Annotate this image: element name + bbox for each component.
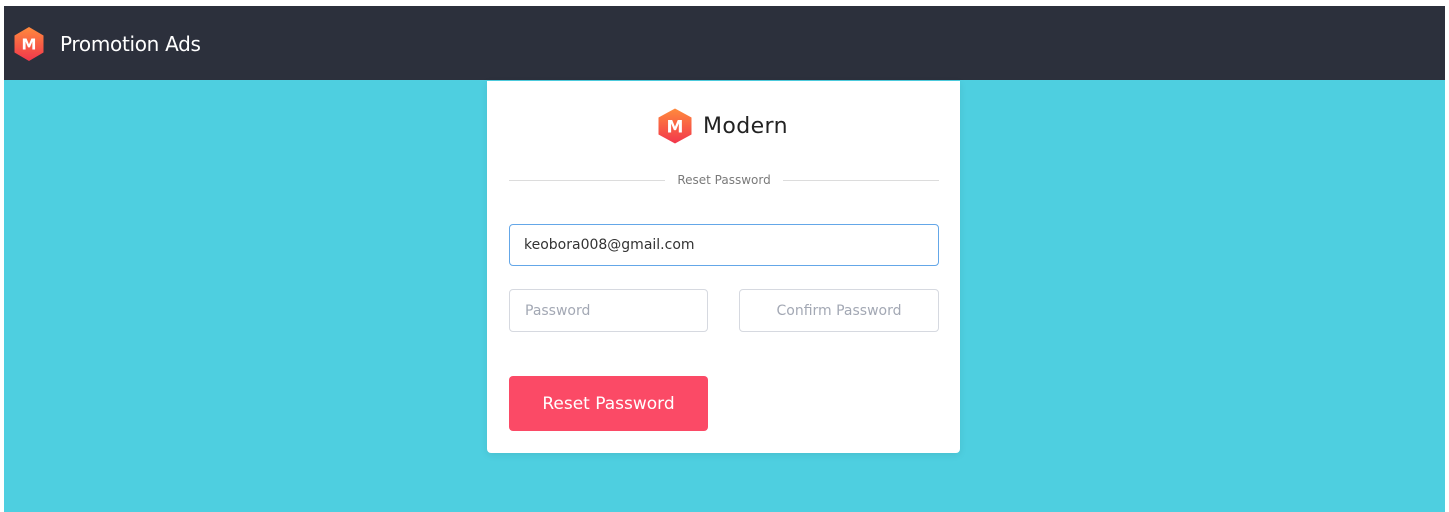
divider-line-right — [782, 179, 940, 181]
card-logo-text: Modern — [703, 113, 788, 139]
app-title: Promotion Ads — [60, 32, 201, 56]
card-logo: M Modern — [656, 107, 788, 145]
navbar-brand[interactable]: M Promotion Ads — [13, 26, 201, 62]
section-divider: Reset Password — [509, 171, 940, 189]
reset-password-card: M Modern Reset Password Reset Password — [487, 81, 960, 453]
password-field[interactable] — [509, 289, 708, 332]
top-navbar: M Promotion Ads — [4, 6, 1445, 80]
hexagon-m-logo-icon: M — [658, 108, 692, 144]
hexagon-m-logo-icon: M — [14, 27, 44, 61]
navbar-logo-letter: M — [22, 36, 37, 54]
app-frame: M Promotion Ads M Modern Reset Password — [4, 6, 1445, 512]
email-field[interactable] — [509, 224, 939, 266]
reset-password-button[interactable]: Reset Password — [509, 376, 708, 431]
divider-line-left — [509, 179, 666, 181]
card-logo-letter: M — [667, 118, 684, 138]
section-title: Reset Password — [677, 173, 771, 187]
confirm-password-field[interactable] — [739, 289, 939, 332]
